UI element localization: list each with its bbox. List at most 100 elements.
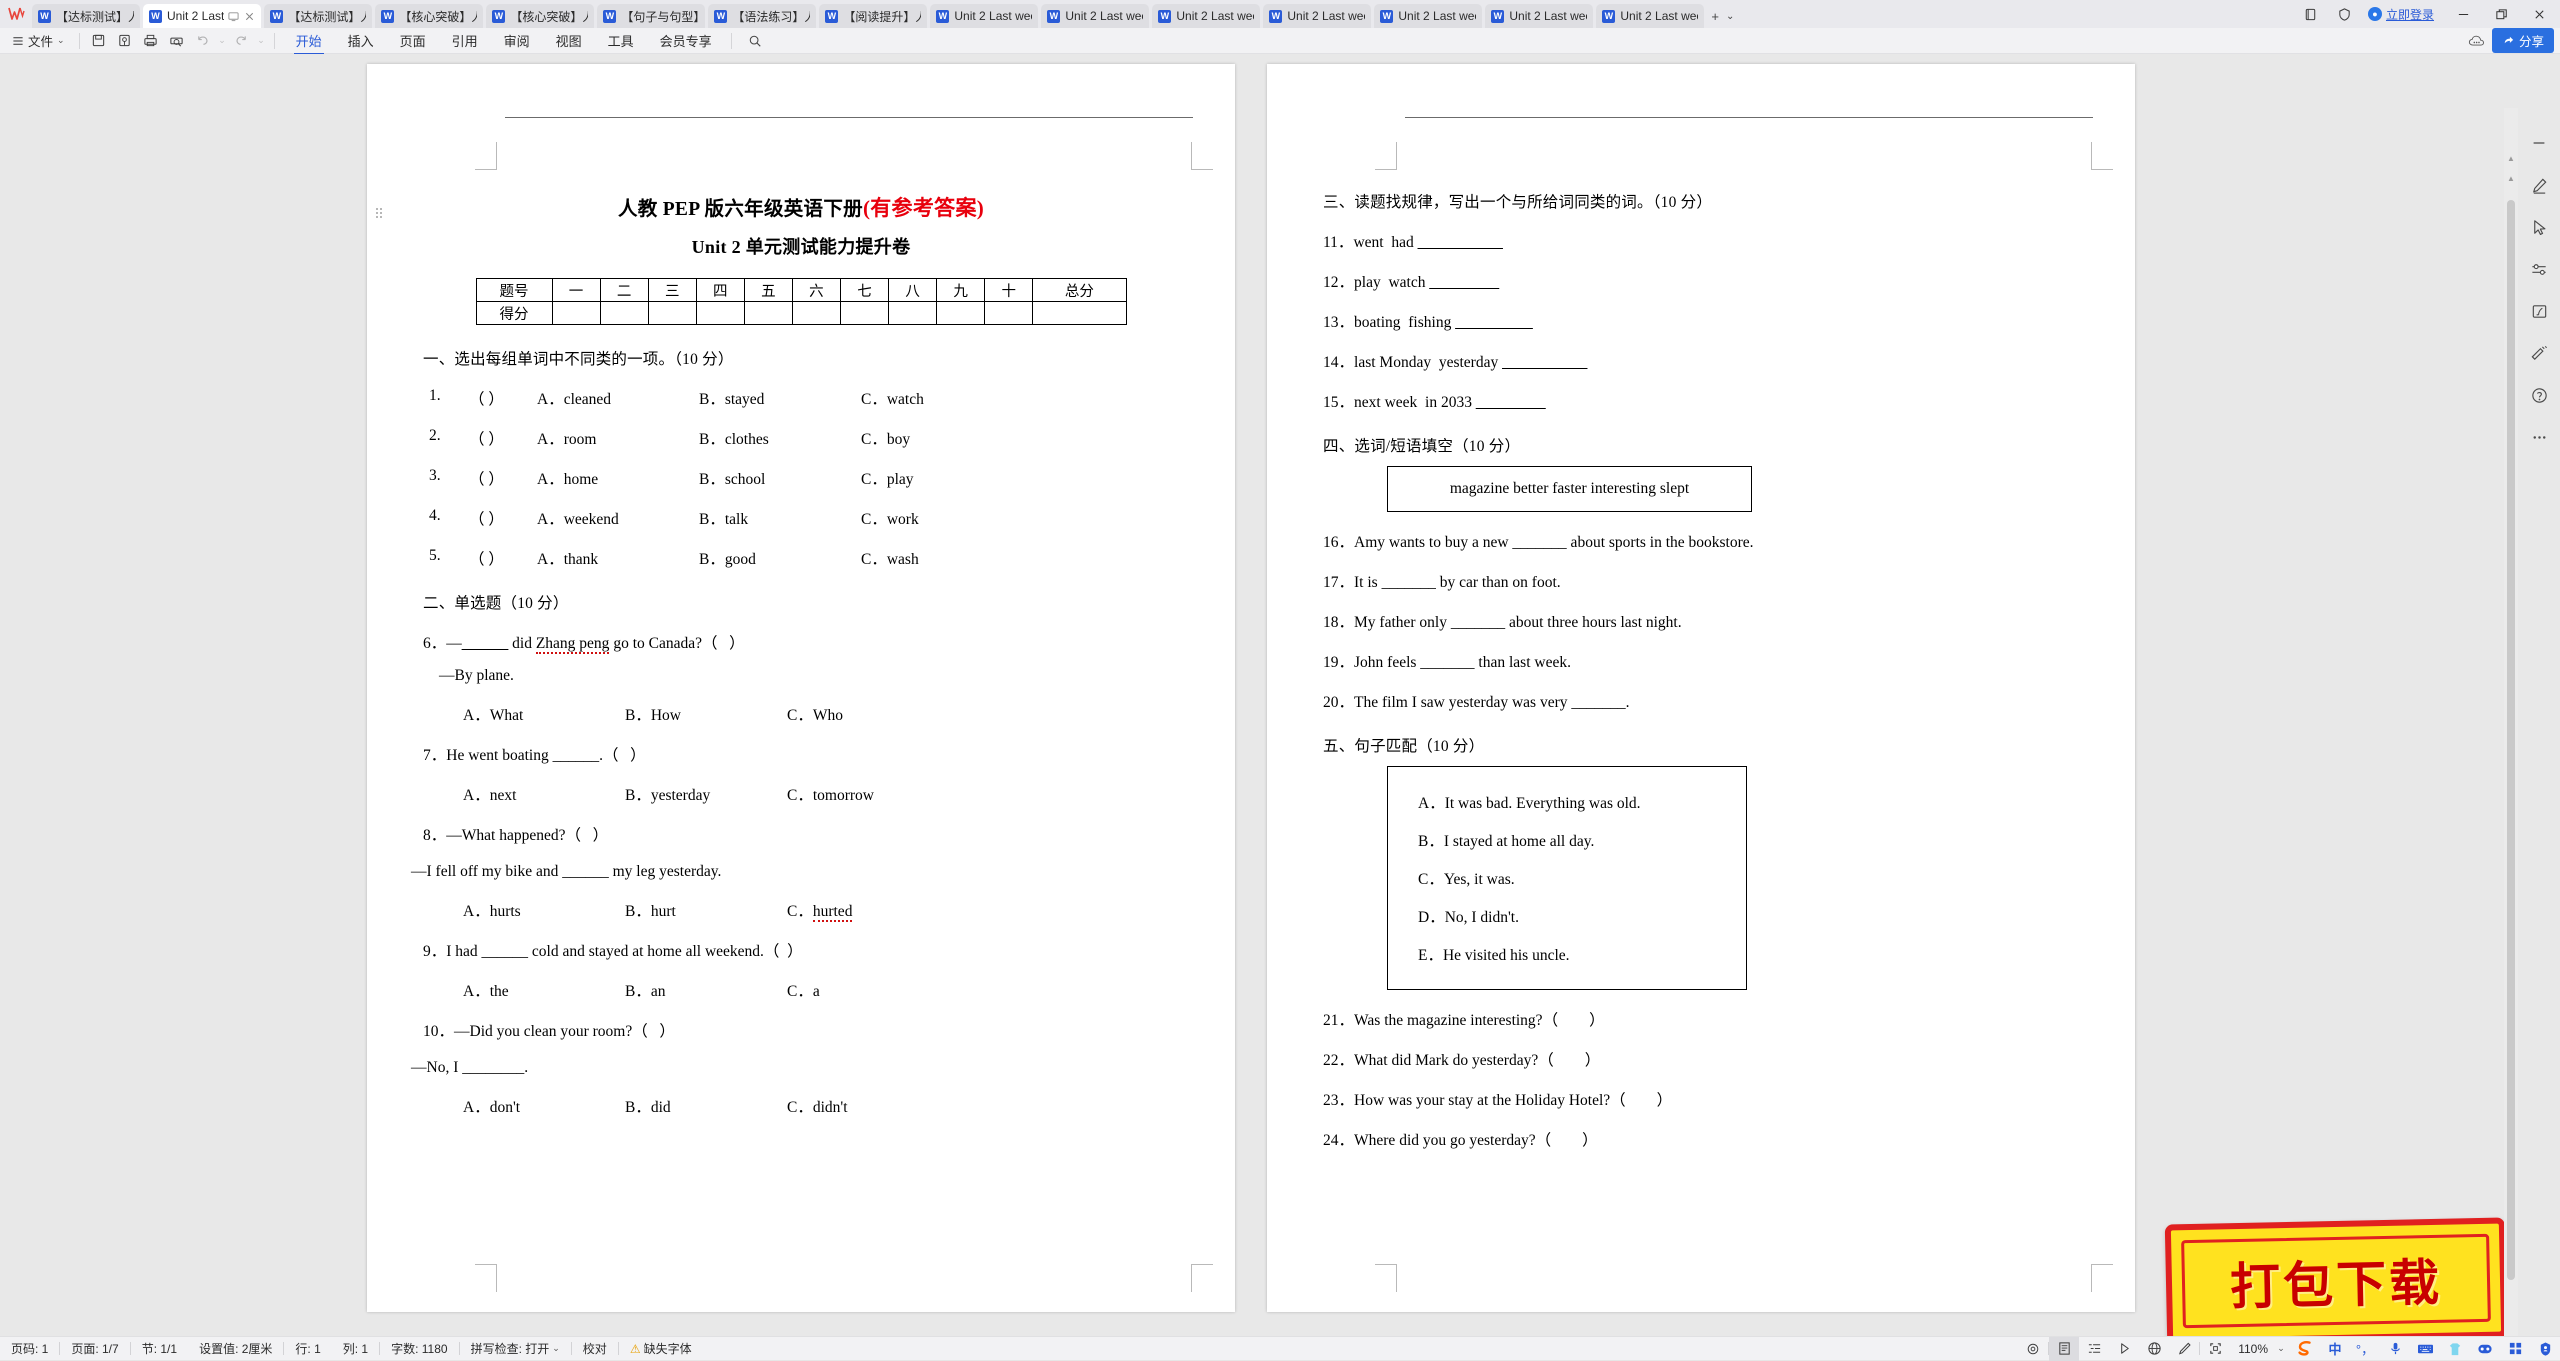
doc-tab-14[interactable]: W Unit 2 Last week: [1596, 4, 1704, 28]
window-minimize-button[interactable]: [2444, 0, 2482, 28]
shield-icon[interactable]: [2328, 0, 2362, 28]
document-page-1[interactable]: 人教 PEP 版六年级英语下册(有参考答案) Unit 2 单元测试能力提升卷 …: [367, 64, 1235, 1312]
app-grid-icon[interactable]: [2500, 1337, 2530, 1361]
status-page-of[interactable]: 页面: 1/7: [60, 1340, 129, 1357]
doc-tab-12[interactable]: W Unit 2 Last week: [1374, 4, 1482, 28]
search-icon[interactable]: [738, 30, 772, 52]
save-icon[interactable]: [86, 30, 112, 52]
score-cell[interactable]: [696, 302, 744, 325]
score-cell[interactable]: [648, 302, 696, 325]
score-cell[interactable]: [744, 302, 792, 325]
page-layout-view-icon[interactable]: [2049, 1337, 2079, 1361]
score-cell[interactable]: [937, 302, 985, 325]
microphone-icon[interactable]: [2380, 1337, 2410, 1361]
ime-chinese-mode-icon[interactable]: 中: [2320, 1337, 2350, 1361]
score-cell[interactable]: [1033, 302, 1126, 325]
share-button[interactable]: 分享: [2492, 28, 2554, 53]
window-close-button[interactable]: [2520, 0, 2558, 28]
zoom-level-label[interactable]: 110%: [2230, 1342, 2272, 1356]
doc-tab-5[interactable]: W 【句子与句型】人: [597, 4, 705, 28]
doc-tab-7[interactable]: W 【阅读提升】人教: [819, 4, 927, 28]
answer-bracket[interactable]: （ ）: [469, 427, 537, 449]
skin-theme-icon[interactable]: [2440, 1337, 2470, 1361]
window-restore-button[interactable]: [2482, 0, 2520, 28]
status-row[interactable]: 行: 1: [284, 1340, 331, 1357]
status-word-count[interactable]: 字数: 1180: [380, 1340, 458, 1357]
web-layout-icon[interactable]: [2139, 1337, 2169, 1361]
print-icon[interactable]: [138, 30, 164, 52]
status-spellcheck[interactable]: 拼写检查: 打开⌄: [460, 1340, 571, 1357]
doc-tab-9[interactable]: W Unit 2 Last week: [1041, 4, 1149, 28]
keyboard-icon[interactable]: [2410, 1337, 2440, 1361]
score-cell[interactable]: [792, 302, 840, 325]
new-tab-dropdown-icon[interactable]: ⌄: [1726, 11, 1734, 22]
status-proofread[interactable]: 校对: [572, 1340, 618, 1357]
redo-dropdown-icon[interactable]: ⌄: [255, 30, 268, 52]
doc-tab-11[interactable]: W Unit 2 Last week: [1263, 4, 1371, 28]
new-tab-icon[interactable]: +: [1711, 9, 1719, 24]
close-tab-icon[interactable]: [244, 11, 255, 22]
answer-blank[interactable]: _________: [1429, 274, 1499, 291]
scroll-up-small-icon[interactable]: ▲: [2507, 174, 2515, 183]
more-options-icon[interactable]: [2518, 416, 2560, 458]
highlighter-pen-icon[interactable]: [2518, 164, 2560, 206]
ribbon-tab-member[interactable]: 会员专享: [647, 28, 725, 54]
save-as-cloud-icon[interactable]: [112, 30, 138, 52]
doc-tab-0[interactable]: W 【达标测试】人教: [32, 4, 140, 28]
cursor-select-icon[interactable]: [2518, 206, 2560, 248]
status-missing-font[interactable]: ⚠缺失字体: [619, 1340, 703, 1357]
login-button[interactable]: ● 立即登录: [2362, 0, 2444, 28]
scroll-up-arrow-icon[interactable]: ▲: [2507, 154, 2515, 163]
status-setting-value[interactable]: 设置值: 2厘米: [188, 1340, 283, 1357]
ime-punctuation-icon[interactable]: °，: [2350, 1337, 2380, 1361]
doc-tab-10[interactable]: W Unit 2 Last week: [1152, 4, 1260, 28]
answer-bracket[interactable]: （ ）: [469, 547, 537, 569]
status-col[interactable]: 列: 1: [332, 1340, 379, 1357]
score-cell[interactable]: [985, 302, 1033, 325]
answer-blank[interactable]: _________: [1476, 394, 1546, 411]
score-cell[interactable]: [889, 302, 937, 325]
doc-tab-13[interactable]: W Unit 2 Last week: [1485, 4, 1593, 28]
answer-blank[interactable]: ___________: [1418, 234, 1503, 251]
help-question-icon[interactable]: [2518, 374, 2560, 416]
doc-tab-6[interactable]: W 【语法练习】人教: [708, 4, 816, 28]
sogou-ime-logo-icon[interactable]: [2290, 1337, 2320, 1361]
outline-view-icon[interactable]: [2079, 1337, 2109, 1361]
print-preview-icon[interactable]: [164, 30, 190, 52]
present-screen-icon[interactable]: [228, 11, 239, 22]
undo-icon[interactable]: [190, 30, 216, 52]
eye-preview-icon[interactable]: [2018, 1337, 2048, 1361]
score-cell[interactable]: [840, 302, 888, 325]
answer-blank[interactable]: ___________: [1502, 354, 1587, 371]
zoom-dropdown-icon[interactable]: ⌄: [2272, 1337, 2290, 1361]
ribbon-tab-page[interactable]: 页面: [387, 28, 439, 54]
doc-tab-4[interactable]: W 【核心突破】人教: [486, 4, 594, 28]
document-page-2[interactable]: 三、读题找规律，写出一个与所给词同类的词。（10 分） 11．went had …: [1267, 64, 2135, 1312]
status-page-number[interactable]: 页码: 1: [0, 1340, 59, 1357]
settings-sliders-icon[interactable]: [2518, 248, 2560, 290]
file-menu-button[interactable]: 文件 ⌄: [8, 31, 73, 50]
ime-toolbox-icon[interactable]: [2530, 1337, 2560, 1361]
brush-format-icon[interactable]: [2169, 1337, 2199, 1361]
feather-document-icon[interactable]: [2518, 290, 2560, 332]
redo-icon[interactable]: [229, 30, 255, 52]
play-presentation-icon[interactable]: [2109, 1337, 2139, 1361]
cloud-more-icon[interactable]: [2464, 30, 2490, 52]
doc-tab-8[interactable]: W Unit 2 Last week: [930, 4, 1038, 28]
undo-dropdown-icon[interactable]: ⌄: [216, 30, 229, 52]
answer-bracket[interactable]: （ ）: [469, 507, 537, 529]
ribbon-tab-view[interactable]: 视图: [543, 28, 595, 54]
doc-tab-2[interactable]: W 【达标测试】人教: [264, 4, 372, 28]
paragraph-anchor-icon[interactable]: [375, 207, 384, 219]
answer-bracket[interactable]: （ ）: [469, 467, 537, 489]
vertical-scrollbar[interactable]: ▲ ▲: [2504, 108, 2518, 1336]
score-cell[interactable]: [600, 302, 648, 325]
status-section[interactable]: 节: 1/1: [131, 1340, 188, 1357]
ribbon-tab-review[interactable]: 审阅: [491, 28, 543, 54]
format-tools-icon[interactable]: [2518, 332, 2560, 374]
emoji-expression-icon[interactable]: [2470, 1337, 2500, 1361]
doc-tab-1-active[interactable]: W Unit 2 Last: [143, 4, 261, 28]
wps-logo-icon[interactable]: [0, 0, 32, 28]
fit-page-icon[interactable]: [2200, 1337, 2230, 1361]
ribbon-tab-insert[interactable]: 插入: [335, 28, 387, 54]
